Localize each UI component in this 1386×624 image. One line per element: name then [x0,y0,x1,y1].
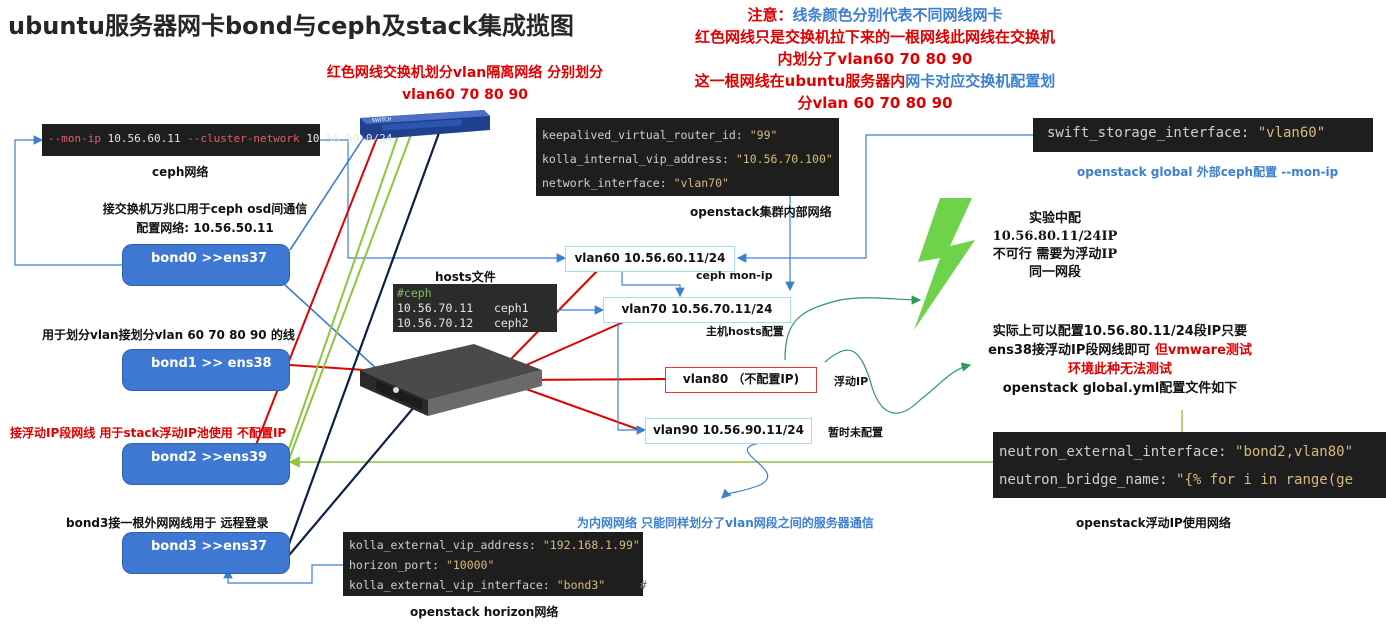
swift-caption: openstack global 外部ceph配置 --mon-ip [1077,165,1339,179]
wire-vlan90-caption [721,442,769,499]
lightning-bolt-icon [914,198,975,330]
actual-config-note: 实际上可以配置10.56.80.11/24段IP只要 ens38接浮动IP段网线… [988,324,1252,396]
neutron-caption: openstack浮动IP使用网络 [1076,516,1231,530]
page-title: ubuntu服务器网卡bond与ceph及stack集成揽图 [8,12,574,40]
ceph-command-box: --mon-ip 10.56.60.11 --cluster-network 1… [42,124,392,156]
experiment-note: 实验中配 10.56.80.11/24IP 不可行 需要为浮动IP 同一网段 [992,211,1118,280]
horizon-caption: openstack horizon网络 [410,605,559,619]
vlan80-note: 浮动IP [834,375,869,388]
vlan90-caption: 为内网网络 只能同样划分了vlan网段之间的服务器通信 [577,516,874,530]
bond3-note: bond3接一根外网网线用于 远程登录 [66,516,269,530]
horizon-config-box: kolla_external_vip_address: "192.168.1.9… [343,532,647,596]
vlan60-note: ceph mon-ip [696,269,773,282]
bond0-box[interactable]: bond0 >>ens37 [122,244,290,286]
vlan90-note: 暂时未配置 [828,426,883,439]
hosts-label: hosts文件 [435,270,496,284]
bond1-box[interactable]: bond1 >> ens38 [122,349,290,391]
color-notice: 注意：线条颜色分别代表不同网线网卡 红色网线只是交换机拉下来的一根网线此网线在交… [694,6,1056,112]
server-device [356,340,546,420]
bond2-note: 接浮动IP段网线 用于stack浮动IP池使用 不配置IP [10,426,287,440]
vlan70-box[interactable]: vlan70 10.56.70.11/24 [603,297,791,323]
neutron-config-box: neutron_external_interface: "bond2,vlan8… [993,432,1386,498]
keepalived-config-box: keepalived_virtual_router_id: "99" kolla… [536,118,839,196]
switch-note: 红色网线交换机划分vlan隔离网络 分别划分 vlan60 70 80 90 [326,65,604,103]
bond1-note: 用于划分vlan接划分vlan 60 70 80 90 的线 [42,328,295,342]
vlan90-box[interactable]: vlan90 10.56.90.11/24 [645,418,812,444]
wire-ceph-to-vlan60 [320,139,567,263]
bond0-note: 接交换机万兆口用于ceph osd间通信 配置网络: 10.56.50.11 [102,202,308,235]
vlan70-note: 主机hosts配置 [706,325,784,338]
wire-vlan60-vlan70 [621,272,685,298]
hosts-file-box: #ceph 10.56.70.11 ceph1 10.56.70.12 ceph… [393,284,557,332]
swift-config-box: swift_storage_interface: "vlan60" [1033,118,1373,152]
bond2-box[interactable]: bond2 >>ens39 [122,443,290,485]
wire-vlan70-vlan90 [617,322,647,435]
vlan80-box[interactable]: vlan80 （不配置IP) [665,367,817,393]
keepalived-caption: openstack集群内部网络 [690,205,832,219]
bond3-box[interactable]: bond3 >>ens37 [122,532,290,574]
ceph-network-caption: ceph网络 [152,165,209,179]
